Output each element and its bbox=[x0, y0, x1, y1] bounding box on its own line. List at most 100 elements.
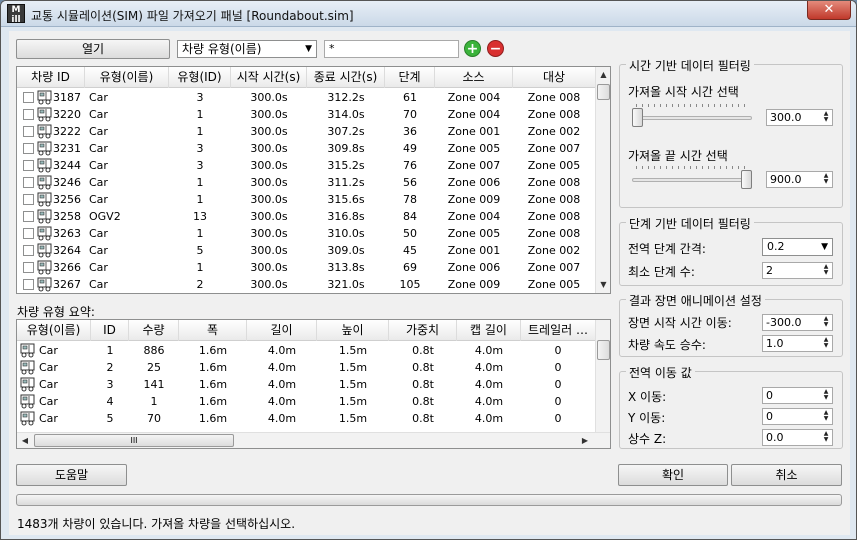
row-checkbox[interactable] bbox=[23, 228, 34, 239]
table-row[interactable]: 3244 Car 3 300.0s 315.2s 76 Zone 007 Zone 005 bbox=[17, 157, 595, 174]
table-row[interactable]: 3231 Car 3 300.0s 309.8s 49 Zone 005 Zone 007 bbox=[17, 140, 595, 157]
col-target[interactable]: 대상 bbox=[513, 67, 595, 88]
row-checkbox[interactable] bbox=[23, 160, 34, 171]
col-type-name[interactable]: 유형(이름) bbox=[85, 67, 169, 88]
spinner-arrows-icon[interactable]: ▲ ▼ bbox=[821, 316, 831, 329]
filter-text-input[interactable]: * bbox=[324, 40, 459, 58]
table-row[interactable]: 3220 Car 1 300.0s 314.0s 70 Zone 004 Zone 008 bbox=[17, 106, 595, 123]
table-row[interactable]: 3222 Car 1 300.0s 307.2s 36 Zone 001 Zone 002 bbox=[17, 123, 595, 140]
table-row[interactable]: 3264 Car 5 300.0s 309.0s 45 Zone 001 Zone 002 bbox=[17, 242, 595, 259]
col-summary-cab-length[interactable]: 캡 길이 bbox=[457, 320, 521, 341]
end-time-slider-thumb[interactable] bbox=[741, 170, 752, 189]
spinner-arrows-icon[interactable]: ▲ ▼ bbox=[821, 389, 831, 402]
list-item[interactable]: Car 1 886 1.6m 4.0m 1.5m 0.8t 4.0m 0 bbox=[17, 342, 595, 359]
row-checkbox[interactable] bbox=[23, 126, 34, 137]
close-button[interactable]: ✕ bbox=[807, 1, 851, 20]
steps-cell: 61 bbox=[403, 91, 417, 104]
row-checkbox[interactable] bbox=[23, 177, 34, 188]
summary-cab-length-cell: 4.0m bbox=[474, 395, 504, 408]
table-row[interactable]: 3266 Car 1 300.0s 313.8s 69 Zone 006 Zone 007 bbox=[17, 259, 595, 276]
list-item[interactable]: Car 4 1 1.6m 4.0m 1.5m 0.8t 4.0m 0 bbox=[17, 393, 595, 410]
spinner-arrows-icon[interactable]: ▲ ▼ bbox=[821, 431, 831, 444]
end-time-slider-track[interactable] bbox=[632, 178, 752, 182]
vehicle-icon bbox=[37, 107, 54, 122]
row-checkbox[interactable] bbox=[23, 211, 34, 222]
vehicle-table[interactable]: 차량 ID 유형(이름) 유형(ID) 시작 시간(s) 종료 시간(s) 단계… bbox=[16, 66, 611, 294]
scroll-down-icon[interactable]: ▼ bbox=[596, 277, 610, 293]
scene-offset-spinner[interactable]: -300.0 ▲ ▼ bbox=[762, 314, 833, 331]
table-row[interactable]: 3263 Car 1 300.0s 310.0s 50 Zone 005 Zone 008 bbox=[17, 225, 595, 242]
table-row[interactable]: 3256 Car 1 300.0s 315.6s 78 Zone 009 Zone 008 bbox=[17, 191, 595, 208]
open-button[interactable]: 열기 bbox=[16, 39, 170, 59]
hscroll-thumb[interactable]: III bbox=[34, 434, 234, 447]
col-summary-type-name[interactable]: 유형(이름) bbox=[17, 320, 91, 341]
x-offset-spinner[interactable]: 0 ▲ ▼ bbox=[762, 387, 833, 404]
min-steps-spinner[interactable]: 2 ▲ ▼ bbox=[762, 262, 833, 279]
col-end-time[interactable]: 종료 시간(s) bbox=[307, 67, 385, 88]
row-checkbox[interactable] bbox=[23, 262, 34, 273]
col-summary-height[interactable]: 높이 bbox=[317, 320, 389, 341]
summary-length-cell: 4.0m bbox=[267, 395, 297, 408]
table-row[interactable]: 3267 Car 2 300.0s 321.0s 105 Zone 009 Zone 005 bbox=[17, 276, 595, 293]
spinner-arrows-icon[interactable]: ▲ ▼ bbox=[821, 173, 831, 186]
col-summary-width[interactable]: 폭 bbox=[179, 320, 247, 341]
list-item[interactable]: Car 3 141 1.6m 4.0m 1.5m 0.8t 4.0m 0 bbox=[17, 376, 595, 393]
end-time-spinner[interactable]: 900.0 ▲ ▼ bbox=[766, 171, 833, 188]
col-summary-weight[interactable]: 가중치 bbox=[389, 320, 457, 341]
start-slider-ticks bbox=[636, 104, 748, 107]
row-checkbox[interactable] bbox=[23, 194, 34, 205]
scrollbar-thumb[interactable] bbox=[597, 84, 610, 100]
table-row[interactable]: 3258 OGV2 13 300.0s 316.8s 84 Zone 004 Zone 008 bbox=[17, 208, 595, 225]
table-row[interactable]: 3246 Car 1 300.0s 311.2s 56 Zone 006 Zone 008 bbox=[17, 174, 595, 191]
type-summary-table[interactable]: 유형(이름) ID 수량 폭 길이 높이 가중치 캡 길이 트레일러 … Car… bbox=[16, 319, 611, 449]
spinner-arrows-icon[interactable]: ▲ ▼ bbox=[821, 264, 831, 277]
col-steps[interactable]: 단계 bbox=[385, 67, 435, 88]
add-filter-button[interactable]: + bbox=[464, 40, 481, 57]
scroll-left-icon[interactable]: ◀ bbox=[17, 433, 33, 448]
row-checkbox[interactable] bbox=[23, 279, 34, 290]
col-vehicle-id[interactable]: 차량 ID bbox=[17, 67, 85, 88]
vehicle-table-scrollbar[interactable]: ▲ ▼ bbox=[595, 67, 610, 293]
list-item[interactable]: Car 5 70 1.6m 4.0m 1.5m 0.8t 4.0m 0 bbox=[17, 410, 595, 427]
summary-hscrollbar[interactable]: ◀ III ▶ bbox=[17, 432, 610, 448]
scroll-up-icon[interactable]: ▲ bbox=[596, 67, 610, 83]
cancel-button[interactable]: 취소 bbox=[731, 464, 842, 486]
col-summary-length[interactable]: 길이 bbox=[247, 320, 317, 341]
help-button[interactable]: 도움말 bbox=[16, 464, 127, 486]
y-offset-spinner[interactable]: 0 ▲ ▼ bbox=[762, 408, 833, 425]
start-time-slider-track[interactable] bbox=[632, 116, 752, 120]
ok-button[interactable]: 확인 bbox=[618, 464, 728, 486]
col-summary-trailer[interactable]: 트레일러 … bbox=[521, 320, 595, 341]
list-item[interactable]: Car 2 25 1.6m 4.0m 1.5m 0.8t 4.0m 0 bbox=[17, 359, 595, 376]
scroll-right-icon[interactable]: ▶ bbox=[577, 433, 593, 448]
summary-id-cell: 4 bbox=[106, 395, 114, 408]
summary-id-cell: 2 bbox=[106, 361, 114, 374]
row-checkbox[interactable] bbox=[23, 245, 34, 256]
vehicle-icon bbox=[37, 209, 54, 224]
vehicle-icon bbox=[37, 175, 54, 190]
start-time-slider-thumb[interactable] bbox=[632, 108, 643, 127]
spinner-arrows-icon[interactable]: ▲ ▼ bbox=[821, 410, 831, 423]
end-time-cell: 309.0s bbox=[327, 244, 365, 257]
col-start-time[interactable]: 시작 시간(s) bbox=[231, 67, 307, 88]
col-type-id[interactable]: 유형(ID) bbox=[169, 67, 231, 88]
row-checkbox[interactable] bbox=[23, 109, 34, 120]
filter-field-dropdown[interactable]: 차량 유형(이름) ▼ bbox=[177, 40, 317, 58]
col-summary-count[interactable]: 수량 bbox=[129, 320, 179, 341]
row-checkbox[interactable] bbox=[23, 92, 34, 103]
speed-multiplier-spinner[interactable]: 1.0 ▲ ▼ bbox=[762, 335, 833, 352]
col-source[interactable]: 소스 bbox=[435, 67, 513, 88]
col-summary-id[interactable]: ID bbox=[91, 320, 129, 341]
start-time-spinner[interactable]: 300.0 ▲ ▼ bbox=[766, 109, 833, 126]
constant-z-spinner[interactable]: 0.0 ▲ ▼ bbox=[762, 429, 833, 446]
scrollbar-thumb[interactable] bbox=[597, 340, 610, 360]
panel-body: 열기 차량 유형(이름) ▼ * + − 차량 ID 유형(이름) 유형(ID)… bbox=[9, 31, 850, 535]
spinner-arrows-icon[interactable]: ▲ ▼ bbox=[821, 337, 831, 350]
spinner-arrows-icon[interactable]: ▲ ▼ bbox=[821, 111, 831, 124]
summary-vscrollbar[interactable] bbox=[595, 320, 610, 432]
table-row[interactable]: 3187 Car 3 300.0s 312.2s 61 Zone 004 Zone 008 bbox=[17, 89, 595, 106]
remove-filter-button[interactable]: − bbox=[487, 40, 504, 57]
row-checkbox[interactable] bbox=[23, 143, 34, 154]
summary-height-cell: 1.5m bbox=[338, 412, 368, 425]
step-interval-dropdown[interactable]: 0.2 ▼ bbox=[762, 238, 833, 256]
